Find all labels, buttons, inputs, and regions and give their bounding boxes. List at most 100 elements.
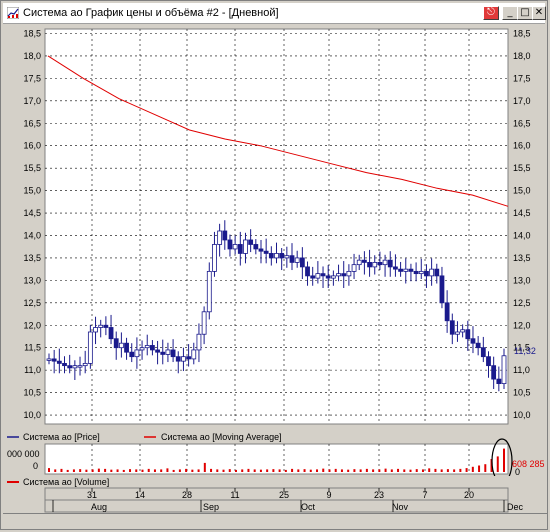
volume-bar bbox=[104, 468, 107, 472]
volume-bar bbox=[48, 468, 50, 472]
volume-bar bbox=[135, 469, 138, 472]
candle-body bbox=[460, 329, 466, 333]
price-tick-right: 18,0 bbox=[513, 51, 531, 61]
candle-body bbox=[501, 355, 507, 385]
price-tick-left: 17,0 bbox=[23, 96, 41, 106]
pin-icon[interactable]: ⎋ bbox=[483, 6, 499, 20]
candle-body bbox=[330, 275, 336, 279]
candle-body bbox=[398, 268, 403, 272]
volume-bar bbox=[60, 468, 63, 472]
candle-body bbox=[77, 365, 83, 368]
day-label: 9 bbox=[326, 490, 331, 500]
candle-body bbox=[279, 253, 285, 259]
price-tick-left: 10,0 bbox=[23, 410, 41, 420]
candle-body bbox=[429, 268, 435, 277]
candle-body bbox=[486, 356, 491, 367]
candle-body bbox=[134, 349, 140, 358]
day-label: 23 bbox=[374, 490, 384, 500]
candle-body bbox=[289, 255, 295, 263]
candle-body bbox=[160, 351, 166, 355]
price-tick-left: 12,5 bbox=[23, 298, 41, 308]
candle-body bbox=[186, 356, 192, 360]
volume-bar bbox=[203, 462, 206, 472]
price-tick-right: 17,5 bbox=[513, 73, 531, 83]
volume-bar bbox=[160, 469, 163, 472]
volume-bar bbox=[110, 469, 113, 472]
volume-bar bbox=[147, 468, 150, 472]
candle-body bbox=[491, 365, 497, 380]
price-volume-chart[interactable]: 18,5 18,0 17,5 17,0 16,5 16,0 15,5 15,0 14,5 14,0… bbox=[1, 24, 549, 524]
volume-bar bbox=[253, 469, 256, 472]
close-button[interactable]: ✕ bbox=[532, 6, 546, 20]
volume-bar bbox=[409, 469, 412, 472]
volume-bar bbox=[353, 469, 356, 472]
candle-body bbox=[294, 257, 300, 263]
volume-bar bbox=[503, 448, 505, 472]
candle-body bbox=[227, 239, 233, 250]
month-label: Sep bbox=[203, 502, 219, 512]
price-tick-right: 10,5 bbox=[513, 388, 531, 398]
volume-bar bbox=[359, 469, 362, 472]
candle-body bbox=[444, 302, 450, 322]
price-tick-right: 14,0 bbox=[513, 230, 531, 240]
price-tick-left: 12,0 bbox=[23, 320, 41, 330]
candle-body bbox=[206, 270, 212, 313]
volume-bar bbox=[284, 469, 287, 472]
candle-body bbox=[108, 327, 114, 340]
maximize-button[interactable]: □ bbox=[517, 6, 533, 20]
volume-bar bbox=[234, 469, 237, 472]
volume-bar bbox=[91, 469, 94, 472]
candle-body bbox=[418, 270, 424, 275]
price-tick-left: 14,5 bbox=[23, 208, 41, 218]
minimize-button[interactable]: _ bbox=[502, 6, 518, 20]
price-tick-right: 11,0 bbox=[513, 365, 530, 375]
volume-bar bbox=[116, 469, 119, 472]
volume-bar bbox=[122, 469, 125, 472]
candle-body bbox=[243, 239, 248, 254]
candle-body bbox=[191, 349, 197, 360]
candle-body bbox=[263, 250, 269, 254]
volume-bar bbox=[446, 469, 449, 472]
candle-body bbox=[268, 253, 274, 259]
volume-bar bbox=[372, 469, 375, 472]
price-tick-right: 17,0 bbox=[513, 96, 531, 106]
price-tick-right: 13,5 bbox=[513, 253, 531, 263]
price-tick-left: 10,5 bbox=[23, 388, 41, 398]
candle-body bbox=[387, 259, 393, 268]
volume-bar bbox=[397, 468, 400, 472]
volume-bar bbox=[390, 469, 393, 472]
volume-bar bbox=[153, 469, 156, 472]
price-tick-right: 16,5 bbox=[513, 118, 531, 128]
title-bar[interactable]: Система ао График цены и объёма #2 - [Дн… bbox=[3, 3, 546, 24]
candle-body bbox=[237, 244, 243, 254]
candle-body bbox=[155, 349, 160, 353]
volume-bar bbox=[241, 469, 244, 472]
price-tick-left: 16,0 bbox=[23, 141, 41, 151]
price-axis-right: 18,5 18,0 17,5 17,0 16,5 16,0 15,5 15,0 14,5 14,0… bbox=[513, 28, 531, 420]
volume-bar bbox=[309, 469, 312, 472]
candle-body bbox=[284, 255, 290, 259]
price-tick-right: 10,0 bbox=[513, 410, 531, 420]
volume-bar bbox=[97, 468, 100, 472]
volume-bar bbox=[228, 469, 231, 472]
candle-body bbox=[351, 264, 357, 272]
volume-bar bbox=[465, 468, 468, 472]
volume-bar bbox=[303, 469, 306, 472]
price-tick-left: 18,0 bbox=[23, 51, 41, 61]
candle-body bbox=[393, 266, 398, 270]
candle-body bbox=[56, 360, 62, 364]
candle-body bbox=[439, 275, 445, 304]
candle-body bbox=[470, 338, 476, 344]
price-tick-left: 16,5 bbox=[23, 118, 41, 128]
price-tick-right: 12,0 bbox=[513, 320, 531, 330]
volume-bar bbox=[440, 469, 443, 472]
volume-bar bbox=[178, 469, 181, 472]
volume-bar bbox=[478, 465, 481, 472]
candle-body bbox=[181, 356, 186, 362]
candle-body bbox=[175, 356, 181, 362]
volume-bar bbox=[259, 469, 262, 472]
volume-bar bbox=[328, 469, 331, 472]
price-tick-left: 17,5 bbox=[23, 73, 41, 83]
price-tick-left: 11,5 bbox=[24, 343, 41, 353]
candle-body bbox=[465, 329, 471, 340]
